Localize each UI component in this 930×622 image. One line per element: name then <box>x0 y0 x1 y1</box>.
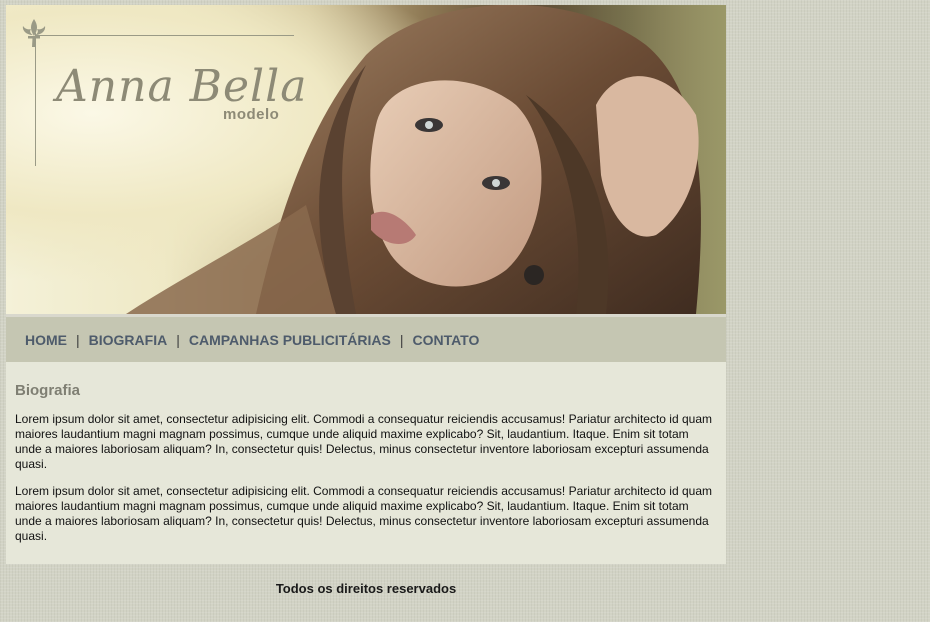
section-title: Biografia <box>15 382 81 399</box>
nav-list: HOME | BIOGRAFIA | CAMPANHAS PUBLICITÁRI… <box>25 332 479 348</box>
header-banner: Anna Bella modelo <box>6 5 726 314</box>
nav-separator: | <box>176 332 180 348</box>
logo-subtitle: modelo <box>223 106 280 123</box>
bio-paragraph: Lorem ipsum dolor sit amet, consectetur … <box>15 484 712 543</box>
bio-paragraph: Lorem ipsum dolor sit amet, consectetur … <box>15 412 712 471</box>
page-container: Anna Bella modelo HOME | BIOGRAFIA | CAM… <box>6 5 726 596</box>
main-content: Biografia Lorem ipsum dolor sit amet, co… <box>6 362 726 564</box>
nav-separator: | <box>76 332 80 348</box>
nav-item-biografia[interactable]: BIOGRAFIA <box>89 332 168 348</box>
portrait-photo <box>6 5 726 314</box>
logo-frame-line <box>35 33 36 166</box>
page-footer: Todos os direitos reservados <box>6 564 726 614</box>
footer-copyright: Todos os direitos reservados <box>275 581 457 596</box>
nav-separator: | <box>399 332 404 348</box>
logo-name: Anna Bella <box>56 61 308 112</box>
nav-item-contato[interactable]: CONTATO <box>412 332 479 348</box>
logo-frame-line <box>35 35 294 36</box>
nav-item-campanhas[interactable]: CAMPANHAS PUBLICITÁRIAS <box>189 332 391 348</box>
main-nav: HOME | BIOGRAFIA | CAMPANHAS PUBLICITÁRI… <box>6 317 726 362</box>
fleur-de-lis-icon <box>22 19 46 47</box>
nav-item-home[interactable]: HOME <box>25 332 67 348</box>
